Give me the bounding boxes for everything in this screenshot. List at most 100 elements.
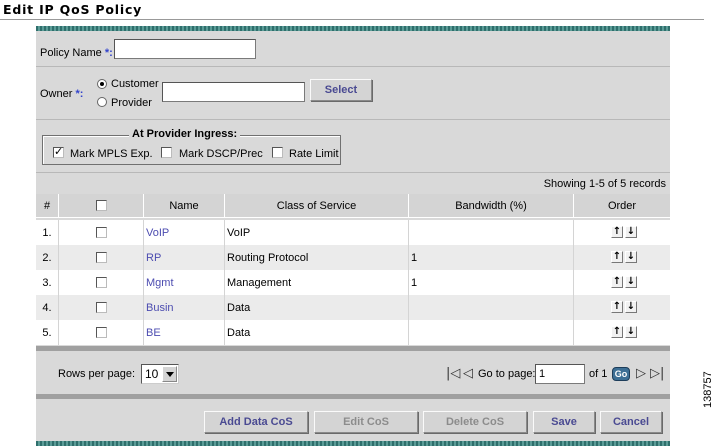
row-number: 4.: [36, 295, 59, 320]
edit-cos-button[interactable]: Edit CoS: [314, 411, 418, 433]
move-down-icon[interactable]: ↓: [625, 301, 637, 313]
move-down-icon[interactable]: ↓: [625, 251, 637, 263]
rate-limit-label: Rate Limit: [289, 148, 339, 160]
owner-customer-label: Customer: [111, 78, 159, 90]
last-page-icon[interactable]: ▷|: [650, 367, 664, 381]
select-owner-button[interactable]: Select: [310, 79, 372, 101]
row-name-link[interactable]: VoIP: [144, 220, 225, 245]
row-bandwidth: [409, 295, 574, 320]
chevron-down-icon[interactable]: [162, 366, 177, 382]
divider: [36, 172, 670, 173]
title-divider: [0, 19, 704, 20]
table-row: 5. BE Data ↑ ↓: [36, 320, 670, 345]
row-name-link[interactable]: BE: [144, 320, 225, 345]
table-row: 2. RP Routing Protocol 1 ↑ ↓: [36, 245, 670, 270]
rate-limit-checkbox[interactable]: [272, 147, 283, 158]
row-class-of-service: Data: [225, 295, 409, 320]
move-up-icon[interactable]: ↑: [611, 301, 623, 313]
next-page-icon[interactable]: ▷: [636, 367, 646, 381]
row-checkbox[interactable]: [95, 252, 107, 263]
rows-per-page-value: 10: [145, 367, 159, 381]
column-header-number: #: [36, 194, 59, 218]
table-row: 1. VoIP VoIP ↑ ↓: [36, 220, 670, 245]
row-order-cell: ↑ ↓: [574, 320, 670, 345]
actions-divider: [36, 394, 670, 399]
rows-per-page-select[interactable]: 10: [141, 364, 179, 384]
move-down-icon[interactable]: ↓: [625, 276, 637, 288]
row-class-of-service: Routing Protocol: [225, 245, 409, 270]
row-number: 5.: [36, 320, 59, 345]
row-checkbox-cell: [59, 245, 144, 270]
go-to-page-label: Go to page:: [478, 368, 536, 380]
row-checkbox-cell: [59, 320, 144, 345]
row-bandwidth: 1: [409, 245, 574, 270]
figure-id: 138757: [702, 371, 714, 408]
add-data-cos-button[interactable]: Add Data CoS: [204, 411, 308, 433]
policy-name-label: Policy Name *:: [40, 47, 113, 59]
save-button[interactable]: Save: [533, 411, 595, 433]
move-down-icon[interactable]: ↓: [625, 226, 637, 238]
policy-form-panel: Policy Name *: Owner *: Customer Provide…: [36, 31, 670, 441]
cancel-button[interactable]: Cancel: [600, 411, 662, 433]
row-bandwidth: [409, 320, 574, 345]
page-count: of 1: [589, 368, 608, 380]
row-checkbox[interactable]: [95, 302, 107, 313]
row-order-cell: ↑ ↓: [574, 245, 670, 270]
row-number: 1.: [36, 220, 59, 245]
owner-label: Owner *:: [40, 88, 84, 100]
move-up-icon[interactable]: ↑: [611, 326, 623, 338]
row-name-link[interactable]: Busin: [144, 295, 225, 320]
mark-dscp-label: Mark DSCP/Prec: [179, 148, 263, 160]
owner-customer-radio[interactable]: [97, 79, 107, 89]
column-header-bandwidth[interactable]: Bandwidth (%): [409, 194, 574, 218]
divider: [36, 66, 670, 67]
move-up-icon[interactable]: ↑: [611, 226, 623, 238]
row-checkbox-cell: [59, 270, 144, 295]
rows-per-page-label: Rows per page:: [58, 368, 136, 380]
table-footer-divider: [36, 346, 670, 351]
table-row: 3. Mgmt Management 1 ↑ ↓: [36, 270, 670, 295]
row-number: 2.: [36, 245, 59, 270]
row-bandwidth: 1: [409, 270, 574, 295]
page-number-input[interactable]: [535, 364, 585, 384]
policy-name-input[interactable]: [114, 39, 256, 59]
owner-provider-label: Provider: [111, 97, 152, 109]
row-bandwidth: [409, 220, 574, 245]
row-class-of-service: Data: [225, 320, 409, 345]
move-up-icon[interactable]: ↑: [611, 251, 623, 263]
row-name-link[interactable]: RP: [144, 245, 225, 270]
column-header-select-all: [59, 194, 144, 218]
column-header-class-of-service[interactable]: Class of Service: [225, 194, 409, 218]
row-name-link[interactable]: Mgmt: [144, 270, 225, 295]
row-checkbox[interactable]: [95, 277, 107, 288]
delete-cos-button[interactable]: Delete CoS: [423, 411, 527, 433]
row-order-cell: ↑ ↓: [574, 220, 670, 245]
column-header-name[interactable]: Name: [144, 194, 225, 218]
row-checkbox[interactable]: [95, 227, 107, 238]
row-class-of-service: VoIP: [225, 220, 409, 245]
first-page-icon[interactable]: |◁: [446, 367, 460, 381]
ingress-legend: At Provider Ingress:: [129, 128, 241, 140]
row-checkbox-cell: [59, 295, 144, 320]
row-order-cell: ↑ ↓: [574, 270, 670, 295]
table-row: 4. Busin Data ↑ ↓: [36, 295, 670, 320]
mark-mpls-label: Mark MPLS Exp.: [70, 148, 153, 160]
column-header-order: Order: [574, 194, 670, 218]
move-up-icon[interactable]: ↑: [611, 276, 623, 288]
go-button[interactable]: Go: [612, 367, 630, 381]
bottom-accent-bar: [36, 441, 670, 446]
mark-mpls-checkbox[interactable]: [53, 145, 64, 158]
divider: [36, 119, 670, 120]
select-all-checkbox[interactable]: [95, 200, 107, 211]
row-number: 3.: [36, 270, 59, 295]
page-title: Edit IP QoS Policy: [3, 2, 143, 17]
previous-page-icon[interactable]: ◁: [463, 367, 473, 381]
row-checkbox[interactable]: [95, 327, 107, 338]
owner-input[interactable]: [162, 82, 305, 102]
move-down-icon[interactable]: ↓: [625, 326, 637, 338]
row-checkbox-cell: [59, 220, 144, 245]
row-order-cell: ↑ ↓: [574, 295, 670, 320]
mark-dscp-checkbox[interactable]: [161, 147, 172, 158]
owner-provider-radio[interactable]: [97, 97, 107, 107]
row-class-of-service: Management: [225, 270, 409, 295]
